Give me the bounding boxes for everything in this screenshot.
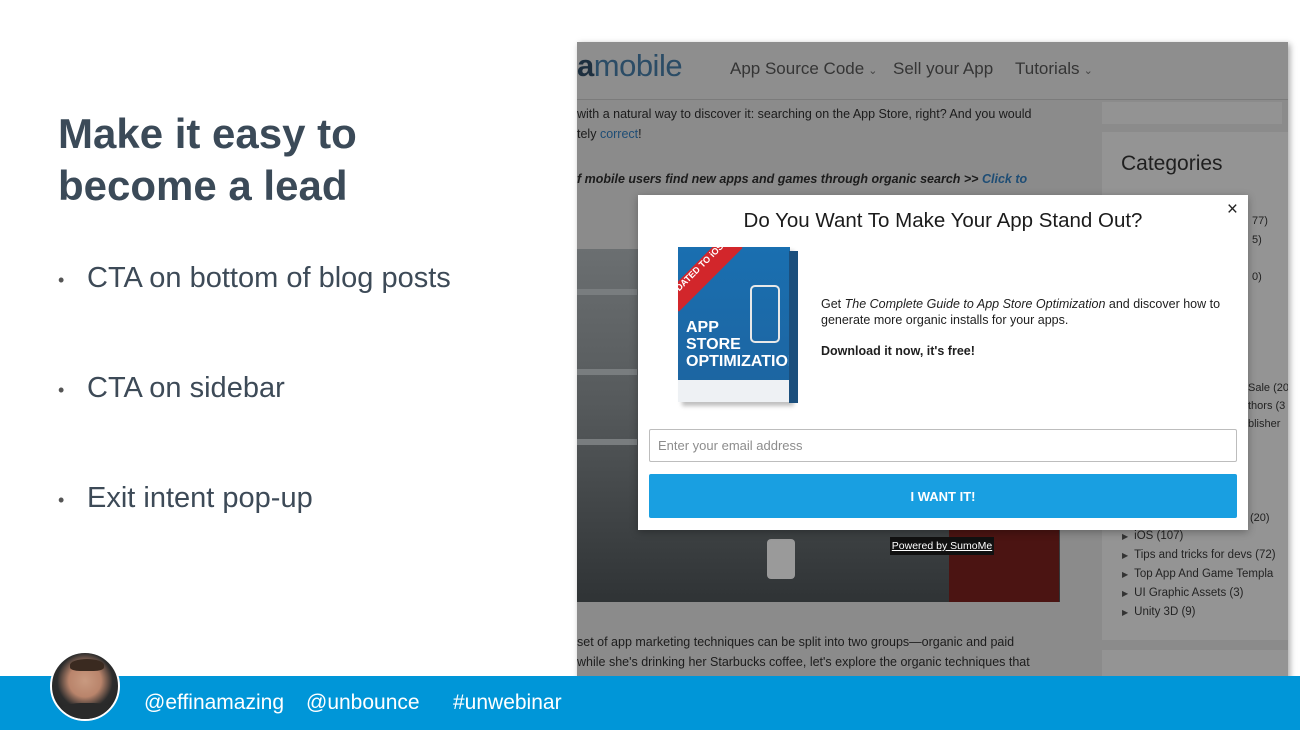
article-paragraph: with a natural way to discover it: searc… xyxy=(577,104,1057,144)
speaker-avatar xyxy=(50,651,120,721)
category-label: Top App And Game Templa xyxy=(1134,568,1274,580)
website-screenshot: amobile App Source Code ⌄ Sell your App T… xyxy=(577,42,1288,682)
article-line: while she's drinking her Starbucks coffe… xyxy=(577,655,1030,669)
bullet-text: CTA on sidebar xyxy=(87,372,285,404)
popup-description: Get The Complete Guide to App Store Opti… xyxy=(821,296,1231,328)
article-text-fragment: ! xyxy=(638,127,642,141)
sidebar-title: Categories xyxy=(1121,152,1223,175)
category-label: iOS (107) xyxy=(1134,530,1184,542)
ebook-spine xyxy=(789,251,798,403)
category-count-fragment: 77) xyxy=(1252,215,1268,227)
triangle-right-icon: ▶ xyxy=(1122,589,1129,598)
bullet-dot-icon: • xyxy=(58,270,65,290)
category-count-fragment: thors (3 xyxy=(1248,400,1286,412)
ebook-cover-footer xyxy=(678,380,790,402)
chevron-down-icon: ⌄ xyxy=(868,65,878,77)
bullet-dot-icon: • xyxy=(58,380,65,400)
avatar-hair-shape xyxy=(70,659,104,671)
bullet-item: • CTA on sidebar xyxy=(58,372,538,412)
ebook-cover-image: UPDATED TO iOS 9! APP STORE OPTIMIZATION xyxy=(678,247,790,402)
triangle-right-icon: ▶ xyxy=(1122,608,1129,617)
bullet-item: • CTA on bottom of blog posts xyxy=(58,262,538,302)
twitter-handle-effinamazing: @effinamazing xyxy=(144,691,285,714)
email-field[interactable] xyxy=(649,429,1237,462)
bullet-item: • Exit intent pop-up xyxy=(58,482,538,522)
logo-prefix: a xyxy=(577,48,594,83)
category-count-fragment: blisher xyxy=(1248,418,1281,430)
article-text-fragment: tely xyxy=(577,127,600,141)
nav-tutorials[interactable]: Tutorials ⌄ xyxy=(1015,59,1093,79)
category-count-fragment: Sale (20 xyxy=(1248,382,1288,394)
nav-label: Sell your App xyxy=(893,59,994,78)
category-label: Unity 3D (9) xyxy=(1134,606,1196,618)
ebook-banner: UPDATED TO iOS 9! xyxy=(678,247,743,312)
category-label: UI Graphic Assets (3) xyxy=(1134,587,1244,599)
category-count-fragment: 0) xyxy=(1252,271,1262,283)
twitter-handle-unbounce: @unbounce xyxy=(306,691,420,714)
category-item[interactable]: ▶ Top App And Game Templa xyxy=(1122,568,1276,587)
popup-cta-text: Download it now, it's free! xyxy=(821,344,975,358)
shelf-shape xyxy=(577,439,637,445)
category-count-fragment: (20) xyxy=(1250,512,1270,524)
logo-text: mobile xyxy=(593,48,683,83)
site-logo[interactable]: amobile xyxy=(577,48,683,84)
hashtag-unwebinar: #unwebinar xyxy=(453,691,562,714)
bullet-text: Exit intent pop-up xyxy=(87,482,313,514)
click-to-tweet-link[interactable]: Click to xyxy=(982,172,1027,186)
triangle-right-icon: ▶ xyxy=(1122,551,1129,560)
category-item[interactable]: ▶ Unity 3D (9) xyxy=(1122,606,1276,625)
coffee-cup-shape xyxy=(767,539,795,579)
article-quote: f mobile users find new apps and games t… xyxy=(577,169,1057,189)
triangle-right-icon: ▶ xyxy=(1122,570,1129,579)
nav-app-source-code[interactable]: App Source Code ⌄ xyxy=(730,59,877,79)
category-label: Tips and tricks for devs (72) xyxy=(1134,549,1276,561)
exit-intent-popup: × Do You Want To Make Your App Stand Out… xyxy=(638,195,1248,530)
shelf-shape xyxy=(577,369,637,375)
shelf-shape xyxy=(577,289,637,295)
triangle-right-icon: ▶ xyxy=(1122,532,1129,541)
description-emphasis: The Complete Guide to App Store Optimiza… xyxy=(844,297,1106,311)
slide-title: Make it easy to become a lead xyxy=(58,108,498,212)
sidebar-widget xyxy=(1102,102,1282,124)
bullet-dot-icon: • xyxy=(58,490,65,510)
category-item[interactable]: ▶ iOS (107) xyxy=(1122,530,1276,549)
nav-label: App Source Code xyxy=(730,59,865,78)
site-header: amobile App Source Code ⌄ Sell your App T… xyxy=(577,42,1288,100)
category-list: ▶ iOS (107) ▶ Tips and tricks for devs (72… xyxy=(1122,530,1276,625)
popup-title: Do You Want To Make Your App Stand Out? xyxy=(743,209,1143,232)
slide-title-line-2: become a lead xyxy=(58,162,348,209)
description-text: Get xyxy=(821,297,845,311)
article-line: tely correct! xyxy=(577,124,1057,144)
chevron-down-icon: ⌄ xyxy=(1083,65,1093,77)
article-paragraph-bottom: set of app marketing techniques can be s… xyxy=(577,632,1057,672)
category-item[interactable]: ▶ UI Graphic Assets (3) xyxy=(1122,587,1276,606)
footer-bar: @effinamazing @unbounce #unwebinar xyxy=(0,676,1300,730)
nav-label: Tutorials xyxy=(1015,59,1080,78)
quote-text: f mobile users find new apps and games t… xyxy=(577,172,982,186)
article-link-correct[interactable]: correct xyxy=(600,127,638,141)
category-item[interactable]: ▶ Tips and tricks for devs (72) xyxy=(1122,549,1276,568)
category-count-fragment: 5) xyxy=(1252,234,1262,246)
powered-by-sumome-link[interactable]: Powered by SumoMe xyxy=(890,537,994,555)
ebook-cover-title: APP STORE OPTIMIZATION xyxy=(686,319,790,370)
article-line: with a natural way to discover it: searc… xyxy=(577,107,1032,121)
nav-sell-your-app[interactable]: Sell your App xyxy=(893,59,993,79)
i-want-it-button[interactable]: I WANT IT! xyxy=(649,474,1237,518)
article-line: set of app marketing techniques can be s… xyxy=(577,635,1015,649)
bullet-text: CTA on bottom of blog posts xyxy=(87,262,451,294)
avatar-shoulders-shape xyxy=(56,703,118,719)
slide-title-line-1: Make it easy to xyxy=(58,110,357,157)
